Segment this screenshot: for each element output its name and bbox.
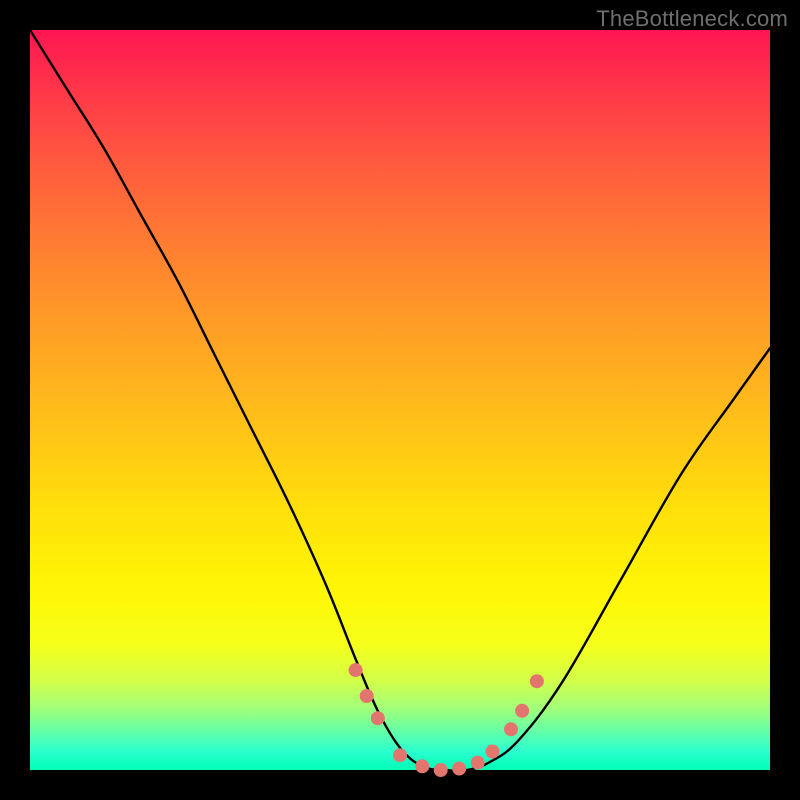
curve-marker — [434, 763, 448, 777]
curve-marker — [471, 756, 485, 770]
curve-marker — [530, 674, 544, 688]
curve-marker — [393, 748, 407, 762]
curve-marker — [486, 745, 500, 759]
curve-marker — [452, 762, 466, 776]
curve-marker — [515, 704, 529, 718]
curve-marker — [349, 663, 363, 677]
watermark-label: TheBottleneck.com — [596, 6, 788, 32]
curve-marker — [504, 722, 518, 736]
curve-marker — [415, 759, 429, 773]
curve-marker — [360, 689, 374, 703]
curve-marker — [371, 711, 385, 725]
plot-area — [30, 30, 770, 770]
curve-markers — [349, 663, 544, 777]
bottleneck-curve — [30, 30, 770, 771]
curve-layer — [30, 30, 770, 770]
chart-frame: TheBottleneck.com — [0, 0, 800, 800]
